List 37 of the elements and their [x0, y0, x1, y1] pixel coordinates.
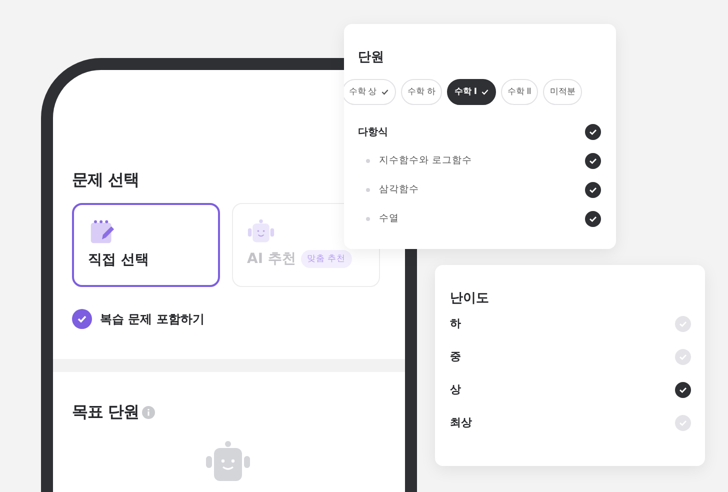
- check-icon[interactable]: [585, 124, 601, 140]
- unit-chip[interactable]: 미적분: [542, 79, 582, 105]
- checkbox-label: 복습 문제 포함하기: [100, 310, 204, 328]
- check-icon[interactable]: [585, 210, 601, 226]
- robot-icon: [247, 218, 275, 244]
- section-title: 목표 단원: [72, 402, 140, 423]
- unit-chip[interactable]: 수학 상: [344, 79, 396, 105]
- popup-title: 난이도: [450, 290, 490, 307]
- subtopic-label[interactable]: 지수함수와 로그함수: [379, 154, 585, 167]
- check-icon[interactable]: [585, 152, 601, 168]
- subtopic-label[interactable]: 삼각함수: [379, 183, 585, 196]
- check-icon[interactable]: [675, 382, 691, 398]
- popup-title: 단원: [358, 49, 385, 66]
- check-icon: [76, 313, 88, 325]
- notepad-pencil-icon: [88, 219, 116, 245]
- difficulty-label[interactable]: 최상: [450, 415, 472, 430]
- difficulty-label[interactable]: 하: [450, 316, 461, 331]
- check-icon[interactable]: [675, 414, 691, 430]
- check-icon[interactable]: [675, 348, 691, 364]
- subtopic-label[interactable]: 수열: [379, 212, 585, 225]
- check-icon: [480, 88, 489, 96]
- unit-chip[interactable]: 수학 II: [500, 79, 538, 105]
- unit-chip[interactable]: 수학 하: [400, 79, 442, 105]
- option-label: AI 추천: [247, 250, 296, 268]
- checkbox[interactable]: [72, 309, 92, 329]
- difficulty-label[interactable]: 상: [450, 382, 461, 397]
- section-title: 문제 선택: [72, 170, 140, 191]
- check-icon[interactable]: [585, 182, 601, 198]
- difficulty-label[interactable]: 중: [450, 349, 461, 364]
- unit-chip[interactable]: 수학 I: [447, 79, 496, 105]
- option-badge: 맞춤 추천: [300, 250, 352, 268]
- topic-label[interactable]: 다항식: [358, 124, 585, 138]
- robot-icon: [205, 441, 251, 481]
- check-icon[interactable]: [675, 316, 691, 332]
- check-icon: [380, 88, 389, 96]
- option-card[interactable]: 직접 선택: [72, 203, 220, 287]
- option-label: 직접 선택: [88, 251, 149, 269]
